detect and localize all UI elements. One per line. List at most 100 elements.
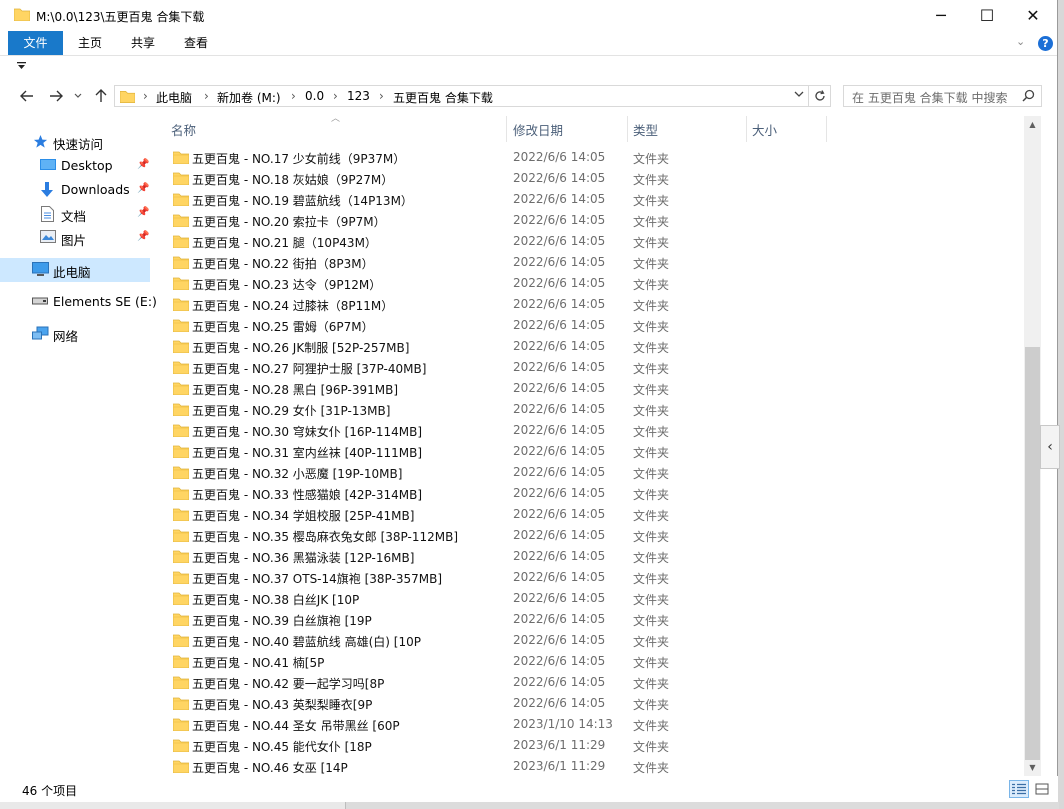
file-type: 文件夹 [633,341,670,355]
file-row[interactable]: 五更百鬼 - NO.46 女巫 [14P 2023/6/1 11:29 文件夹 [156,756,1024,776]
nav-network-label: 网络 [53,329,79,344]
folder-icon [172,675,190,692]
tab-share[interactable]: 共享 [123,31,163,55]
file-row[interactable]: 五更百鬼 - NO.37 OTS-14旗袍 [38P-357MB] 2022/6/… [156,567,1024,588]
file-name: 五更百鬼 - NO.17 少女前线（9P37M） [192,152,406,166]
breadcrumb-current-folder[interactable]: 五更百鬼 合集下载 [393,89,493,106]
file-row[interactable]: 五更百鬼 - NO.17 少女前线（9P37M） 2022/6/6 14:05 文件… [156,147,1024,168]
help-icon[interactable]: ? [1038,36,1053,51]
customize-toolbar-icon[interactable] [17,62,26,73]
maximize-button[interactable]: ☐ [964,0,1010,31]
nav-item-pictures[interactable]: 图片 📌 [0,226,150,250]
file-row[interactable]: 五更百鬼 - NO.18 灰姑娘（9P27M） 2022/6/6 14:05 文件夹 [156,168,1024,189]
breadcrumb-this-pc[interactable]: 此电脑 [156,89,192,106]
file-type: 文件夹 [633,572,670,586]
scroll-up-arrow-icon[interactable]: ▲ [1024,116,1041,133]
recent-locations-button[interactable] [71,86,85,106]
large-icons-view-button[interactable] [1032,780,1052,798]
file-row[interactable]: 五更百鬼 - NO.45 能代女仆 [18P 2023/6/1 11:29 文件夹 [156,735,1024,756]
search-icon[interactable] [1022,89,1035,105]
close-button[interactable]: ✕ [1010,0,1056,31]
breadcrumb-separator[interactable]: › [291,89,296,103]
file-row[interactable]: 五更百鬼 - NO.35 樱岛麻衣兔女郎 [38P-112MB] 2022/6/6… [156,525,1024,546]
forward-button[interactable] [46,86,66,106]
folder-icon [172,444,190,461]
file-row[interactable]: 五更百鬼 - NO.39 白丝旗袍 [19P 2022/6/6 14:05 文件夹 [156,609,1024,630]
nav-drive-elements[interactable]: Elements SE (E:) [0,290,157,314]
folder-icon [172,339,190,356]
back-button[interactable] [17,86,37,106]
file-type: 文件夹 [633,215,670,229]
file-row[interactable]: 五更百鬼 - NO.43 英梨梨睡衣[9P 2022/6/6 14:05 文件夹 [156,693,1024,714]
file-date: 2022/6/6 14:05 [513,297,606,311]
file-row[interactable]: 五更百鬼 - NO.33 性感猫娘 [42P-314MB] 2022/6/6 14… [156,483,1024,504]
refresh-button[interactable] [809,85,831,107]
file-type: 文件夹 [633,677,670,691]
file-row[interactable]: 五更百鬼 - NO.29 女仆 [31P-13MB] 2022/6/6 14:05… [156,399,1024,420]
file-row[interactable]: 五更百鬼 - NO.19 碧蓝航线（14P13M） 2022/6/6 14:05 文… [156,189,1024,210]
breadcrumb-separator[interactable]: › [379,89,384,103]
breadcrumb-separator[interactable]: › [143,89,148,103]
nav-item-documents[interactable]: 文档 📌 [0,202,150,226]
file-row[interactable]: 五更百鬼 - NO.40 碧蓝航线 高雄(白) [10P 2022/6/6 14:… [156,630,1024,651]
folder-icon [172,192,190,209]
file-row[interactable]: 五更百鬼 - NO.28 黑白 [96P-391MB] 2022/6/6 14:0… [156,378,1024,399]
file-row[interactable]: 五更百鬼 - NO.30 穹妹女仆 [16P-114MB] 2022/6/6 14… [156,420,1024,441]
column-divider[interactable] [826,116,827,142]
file-row[interactable]: 五更百鬼 - NO.34 学姐校服 [25P-41MB] 2022/6/6 14:… [156,504,1024,525]
up-button[interactable] [91,86,111,106]
tab-file[interactable]: 文件 [8,31,63,55]
column-divider[interactable] [746,116,747,142]
column-type[interactable]: 类型 [633,120,658,139]
nav-network[interactable]: 网络 [0,322,150,346]
file-row[interactable]: 五更百鬼 - NO.42 要一起学习吗[8P 2022/6/6 14:05 文件夹 [156,672,1024,693]
breadcrumb-drive[interactable]: 新加卷 (M:) [217,89,281,106]
nav-item-downloads[interactable]: Downloads 📌 [0,178,150,202]
file-row[interactable]: 五更百鬼 - NO.36 黑猫泳装 [12P-16MB] 2022/6/6 14:… [156,546,1024,567]
details-view-button[interactable] [1009,780,1029,798]
desktop-icon [40,158,56,174]
file-type: 文件夹 [633,425,670,439]
file-row[interactable]: 五更百鬼 - NO.22 街拍（8P3M） 2022/6/6 14:05 文件夹 [156,252,1024,273]
file-date: 2022/6/6 14:05 [513,486,606,500]
file-row[interactable]: 五更百鬼 - NO.21 腿（10P43M） 2022/6/6 14:05 文件夹 [156,231,1024,252]
tab-home[interactable]: 主页 [70,31,110,55]
breadcrumb-folder-0-0[interactable]: 0.0 [305,89,324,103]
column-name[interactable]: 名称 [171,120,196,139]
vertical-scrollbar[interactable]: ▲ ▼ [1024,116,1041,776]
file-row[interactable]: 五更百鬼 - NO.41 楠[5P 2022/6/6 14:05 文件夹 [156,651,1024,672]
nav-this-pc[interactable]: 此电脑 [0,258,150,282]
scroll-down-arrow-icon[interactable]: ▼ [1024,759,1041,776]
file-row[interactable]: 五更百鬼 - NO.32 小恶魔 [19P-10MB] 2022/6/6 14:0… [156,462,1024,483]
expand-panel-handle[interactable]: ‹ [1040,425,1060,469]
breadcrumb-folder-123[interactable]: 123 [347,89,370,103]
minimize-button[interactable]: ─ [918,0,964,31]
breadcrumb-separator[interactable]: › [204,89,209,103]
file-row[interactable]: 五更百鬼 - NO.24 过膝袜（8P11M） 2022/6/6 14:05 文件夹 [156,294,1024,315]
file-type: 文件夹 [633,173,670,187]
search-box[interactable]: 在 五更百鬼 合集下载 中搜索 [843,85,1042,107]
nav-quick-access[interactable]: 快速访问 [0,130,150,154]
file-type: 文件夹 [633,446,670,460]
scroll-thumb[interactable] [1025,347,1040,760]
column-divider[interactable] [506,116,507,142]
column-divider[interactable] [627,116,628,142]
network-icon [32,326,49,342]
address-dropdown-icon[interactable] [794,88,804,101]
file-row[interactable]: 五更百鬼 - NO.38 白丝JK [10P 2022/6/6 14:05 文件夹 [156,588,1024,609]
column-size[interactable]: 大小 [752,120,777,139]
folder-icon [172,234,190,251]
file-row[interactable]: 五更百鬼 - NO.23 达令（9P12M） 2022/6/6 14:05 文件夹 [156,273,1024,294]
file-row[interactable]: 五更百鬼 - NO.31 室内丝袜 [40P-111MB] 2022/6/6 14… [156,441,1024,462]
column-date[interactable]: 修改日期 [513,120,563,139]
file-row[interactable]: 五更百鬼 - NO.44 圣女 吊带黑丝 [60P 2023/1/10 14:13… [156,714,1024,735]
tab-view[interactable]: 查看 [176,31,216,55]
file-row[interactable]: 五更百鬼 - NO.20 索拉卡（9P7M） 2022/6/6 14:05 文件夹 [156,210,1024,231]
file-row[interactable]: 五更百鬼 - NO.27 阿狸护士服 [37P-40MB] 2022/6/6 14… [156,357,1024,378]
nav-item-desktop[interactable]: Desktop 📌 [0,154,150,178]
file-row[interactable]: 五更百鬼 - NO.25 雷姆（6P7M） 2022/6/6 14:05 文件夹 [156,315,1024,336]
breadcrumb-separator[interactable]: › [333,89,338,103]
ribbon-expand-icon[interactable]: ⌄ [1016,35,1025,48]
file-row[interactable]: 五更百鬼 - NO.26 JK制服 [52P-257MB] 2022/6/6 14… [156,336,1024,357]
address-bar[interactable]: › 此电脑 › 新加卷 (M:) › 0.0 › 123 › 五更百鬼 合集下载 [114,85,809,107]
